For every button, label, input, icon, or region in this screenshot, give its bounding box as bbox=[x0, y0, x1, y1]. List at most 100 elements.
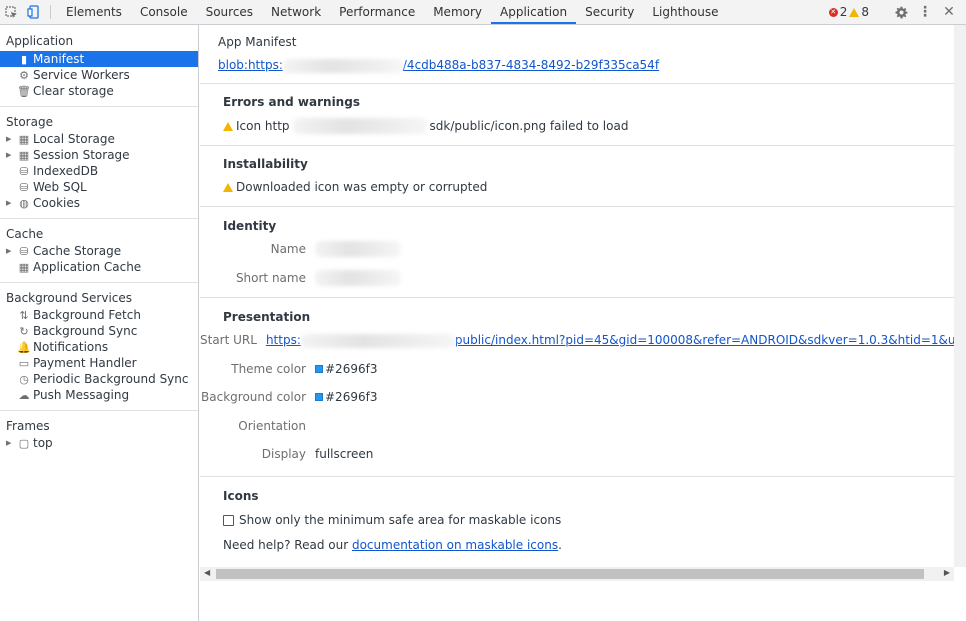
theme-color-value: #2696f3 bbox=[325, 361, 378, 376]
sidebar-item-manifest[interactable]: ▮ Manifest bbox=[0, 51, 198, 67]
sidebar-item-application-cache[interactable]: ▦ Application Cache bbox=[0, 259, 198, 275]
grid-icon: ▦ bbox=[18, 260, 30, 274]
sidebar-item-web-sql[interactable]: ⛁ Web SQL bbox=[0, 179, 198, 195]
sidebar-item-local-storage[interactable]: ▶ ▦ Local Storage bbox=[0, 131, 198, 147]
error-message: Icon http sdk/public/icon.png failed to l… bbox=[223, 118, 954, 134]
redacted-area bbox=[315, 241, 401, 258]
sidebar-item-service-workers[interactable]: ⚙ Service Workers bbox=[0, 67, 198, 83]
installability-message: Downloaded icon was empty or corrupted bbox=[223, 180, 954, 194]
identity-section: Identity Name Short name bbox=[200, 207, 954, 298]
theme-color-label: Theme color bbox=[231, 361, 306, 376]
sidebar-section-cache: Cache bbox=[6, 227, 44, 241]
divider bbox=[0, 218, 198, 219]
display-value: fullscreen bbox=[315, 447, 374, 462]
settings-gear-icon[interactable] bbox=[890, 5, 912, 19]
database-icon: ⛁ bbox=[19, 244, 29, 258]
issues-badge[interactable]: ✕ 2 8 bbox=[828, 5, 869, 19]
manifest-url-link[interactable]: blob:https:/4cdb488a-b837-4834-8492-b29f… bbox=[218, 58, 659, 73]
cookie-icon: ◍ bbox=[19, 196, 29, 210]
tab-console[interactable]: Console bbox=[131, 0, 197, 24]
scroll-left-icon[interactable]: ◀ bbox=[204, 568, 210, 577]
tab-memory[interactable]: Memory bbox=[424, 0, 491, 24]
help-text: Need help? Read our documentation on mas… bbox=[223, 538, 562, 552]
manifest-content: App Manifest blob:https:/4cdb488a-b837-4… bbox=[200, 25, 954, 567]
maskable-checkbox[interactable] bbox=[223, 514, 234, 526]
more-options-icon[interactable]: ⋮ bbox=[914, 4, 936, 20]
sidebar-item-cache-storage[interactable]: ▶ ⛁ Cache Storage bbox=[0, 243, 198, 259]
warnings-count: 8 bbox=[861, 5, 869, 19]
sidebar-item-frame-top[interactable]: ▶ ▢ top bbox=[0, 435, 198, 451]
sidebar-item-clear-storage[interactable]: 🗑 Clear storage bbox=[0, 83, 198, 99]
scrollbar-thumb[interactable] bbox=[216, 569, 924, 579]
tab-sources[interactable]: Sources bbox=[197, 0, 262, 24]
maskable-checkbox-row[interactable]: Show only the minimum safe area for mask… bbox=[223, 513, 954, 527]
redacted-area bbox=[292, 118, 427, 134]
expand-arrow-icon[interactable]: ▶ bbox=[6, 199, 17, 207]
inspect-element-icon[interactable] bbox=[0, 0, 22, 24]
redacted-area bbox=[282, 58, 403, 73]
background-color-label: Background color bbox=[201, 390, 306, 405]
sidebar-item-session-storage[interactable]: ▶ ▦ Session Storage bbox=[0, 147, 198, 163]
grid-icon: ▦ bbox=[18, 148, 30, 162]
database-icon: ⛁ bbox=[19, 164, 29, 178]
orientation-row: Orientation bbox=[200, 412, 954, 441]
manifest-url-row: blob:https:/4cdb488a-b837-4834-8492-b29f… bbox=[218, 58, 954, 73]
redacted-area bbox=[315, 269, 401, 286]
horizontal-scrollbar[interactable]: ◀ ▶ bbox=[200, 567, 954, 581]
warning-icon bbox=[223, 182, 233, 192]
file-icon: ▮ bbox=[20, 52, 28, 66]
icons-section: Icons Show only the minimum safe area fo… bbox=[200, 477, 954, 552]
tab-elements[interactable]: Elements bbox=[57, 0, 131, 24]
sidebar-section-storage: Storage bbox=[6, 115, 53, 129]
background-color-row: Background color #2696f3 bbox=[200, 383, 954, 412]
sidebar-item-payment-handler[interactable]: ▭ Payment Handler bbox=[0, 355, 198, 371]
sidebar-item-background-fetch[interactable]: ⇅ Background Fetch bbox=[0, 307, 198, 323]
close-icon[interactable]: ✕ bbox=[938, 4, 960, 20]
display-row: Display fullscreen bbox=[200, 440, 954, 469]
sidebar-item-push-messaging[interactable]: ☁ Push Messaging bbox=[0, 387, 198, 403]
sidebar-item-indexeddb[interactable]: ⛁ IndexedDB bbox=[0, 163, 198, 179]
background-color-swatch bbox=[315, 393, 323, 402]
display-label: Display bbox=[261, 447, 306, 462]
error-icon: ✕ bbox=[828, 7, 838, 17]
sidebar-item-background-sync[interactable]: ↻ Background Sync bbox=[0, 323, 198, 339]
sidebar-item-cookies[interactable]: ▶ ◍ Cookies bbox=[0, 195, 198, 211]
tab-network[interactable]: Network bbox=[262, 0, 330, 24]
start-url-row: Start URL https: public/index.html?pid=45… bbox=[200, 326, 954, 355]
tab-application[interactable]: Application bbox=[491, 0, 577, 24]
background-color-value: #2696f3 bbox=[325, 390, 378, 405]
errors-heading: Errors and warnings bbox=[223, 95, 360, 109]
expand-arrow-icon[interactable]: ▶ bbox=[6, 439, 17, 447]
icons-heading: Icons bbox=[223, 489, 259, 503]
cloud-icon: ☁ bbox=[18, 388, 30, 402]
clock-icon: ◷ bbox=[19, 372, 29, 386]
maskable-checkbox-label: Show only the minimum safe area for mask… bbox=[239, 513, 562, 527]
app-manifest-section: App Manifest blob:https:/4cdb488a-b837-4… bbox=[200, 25, 954, 84]
maskable-docs-link[interactable]: documentation on maskable icons bbox=[352, 538, 558, 552]
redacted-area bbox=[300, 333, 455, 348]
expand-arrow-icon[interactable]: ▶ bbox=[6, 151, 17, 159]
short-name-label: Short name bbox=[235, 270, 306, 285]
presentation-heading: Presentation bbox=[223, 310, 311, 324]
database-icon: ⛁ bbox=[19, 180, 29, 194]
scroll-right-icon[interactable]: ▶ bbox=[944, 568, 950, 577]
sidebar-item-periodic-background-sync[interactable]: ◷ Periodic Background Sync bbox=[0, 371, 198, 387]
tab-performance[interactable]: Performance bbox=[330, 0, 424, 24]
vertical-scrollbar[interactable] bbox=[954, 25, 966, 567]
start-url-link[interactable]: https: public/index.html?pid=45&gid=10000… bbox=[266, 333, 954, 348]
toolbar-divider bbox=[50, 5, 51, 19]
tab-security[interactable]: Security bbox=[576, 0, 643, 24]
sidebar-item-notifications[interactable]: 🔔 Notifications bbox=[0, 339, 198, 355]
errors-count: 2 bbox=[839, 5, 848, 19]
grid-icon: ▦ bbox=[18, 132, 30, 146]
sync-icon: ↻ bbox=[19, 324, 29, 338]
bell-icon: 🔔 bbox=[17, 340, 31, 354]
name-label: Name bbox=[270, 242, 306, 257]
tab-lighthouse[interactable]: Lighthouse bbox=[643, 0, 727, 24]
divider bbox=[0, 410, 198, 411]
start-url-label: Start URL bbox=[200, 333, 257, 348]
expand-arrow-icon[interactable]: ▶ bbox=[6, 247, 17, 255]
device-toolbar-icon[interactable] bbox=[22, 0, 44, 24]
expand-arrow-icon[interactable]: ▶ bbox=[6, 135, 17, 143]
sidebar-section-application: Application bbox=[6, 34, 74, 48]
